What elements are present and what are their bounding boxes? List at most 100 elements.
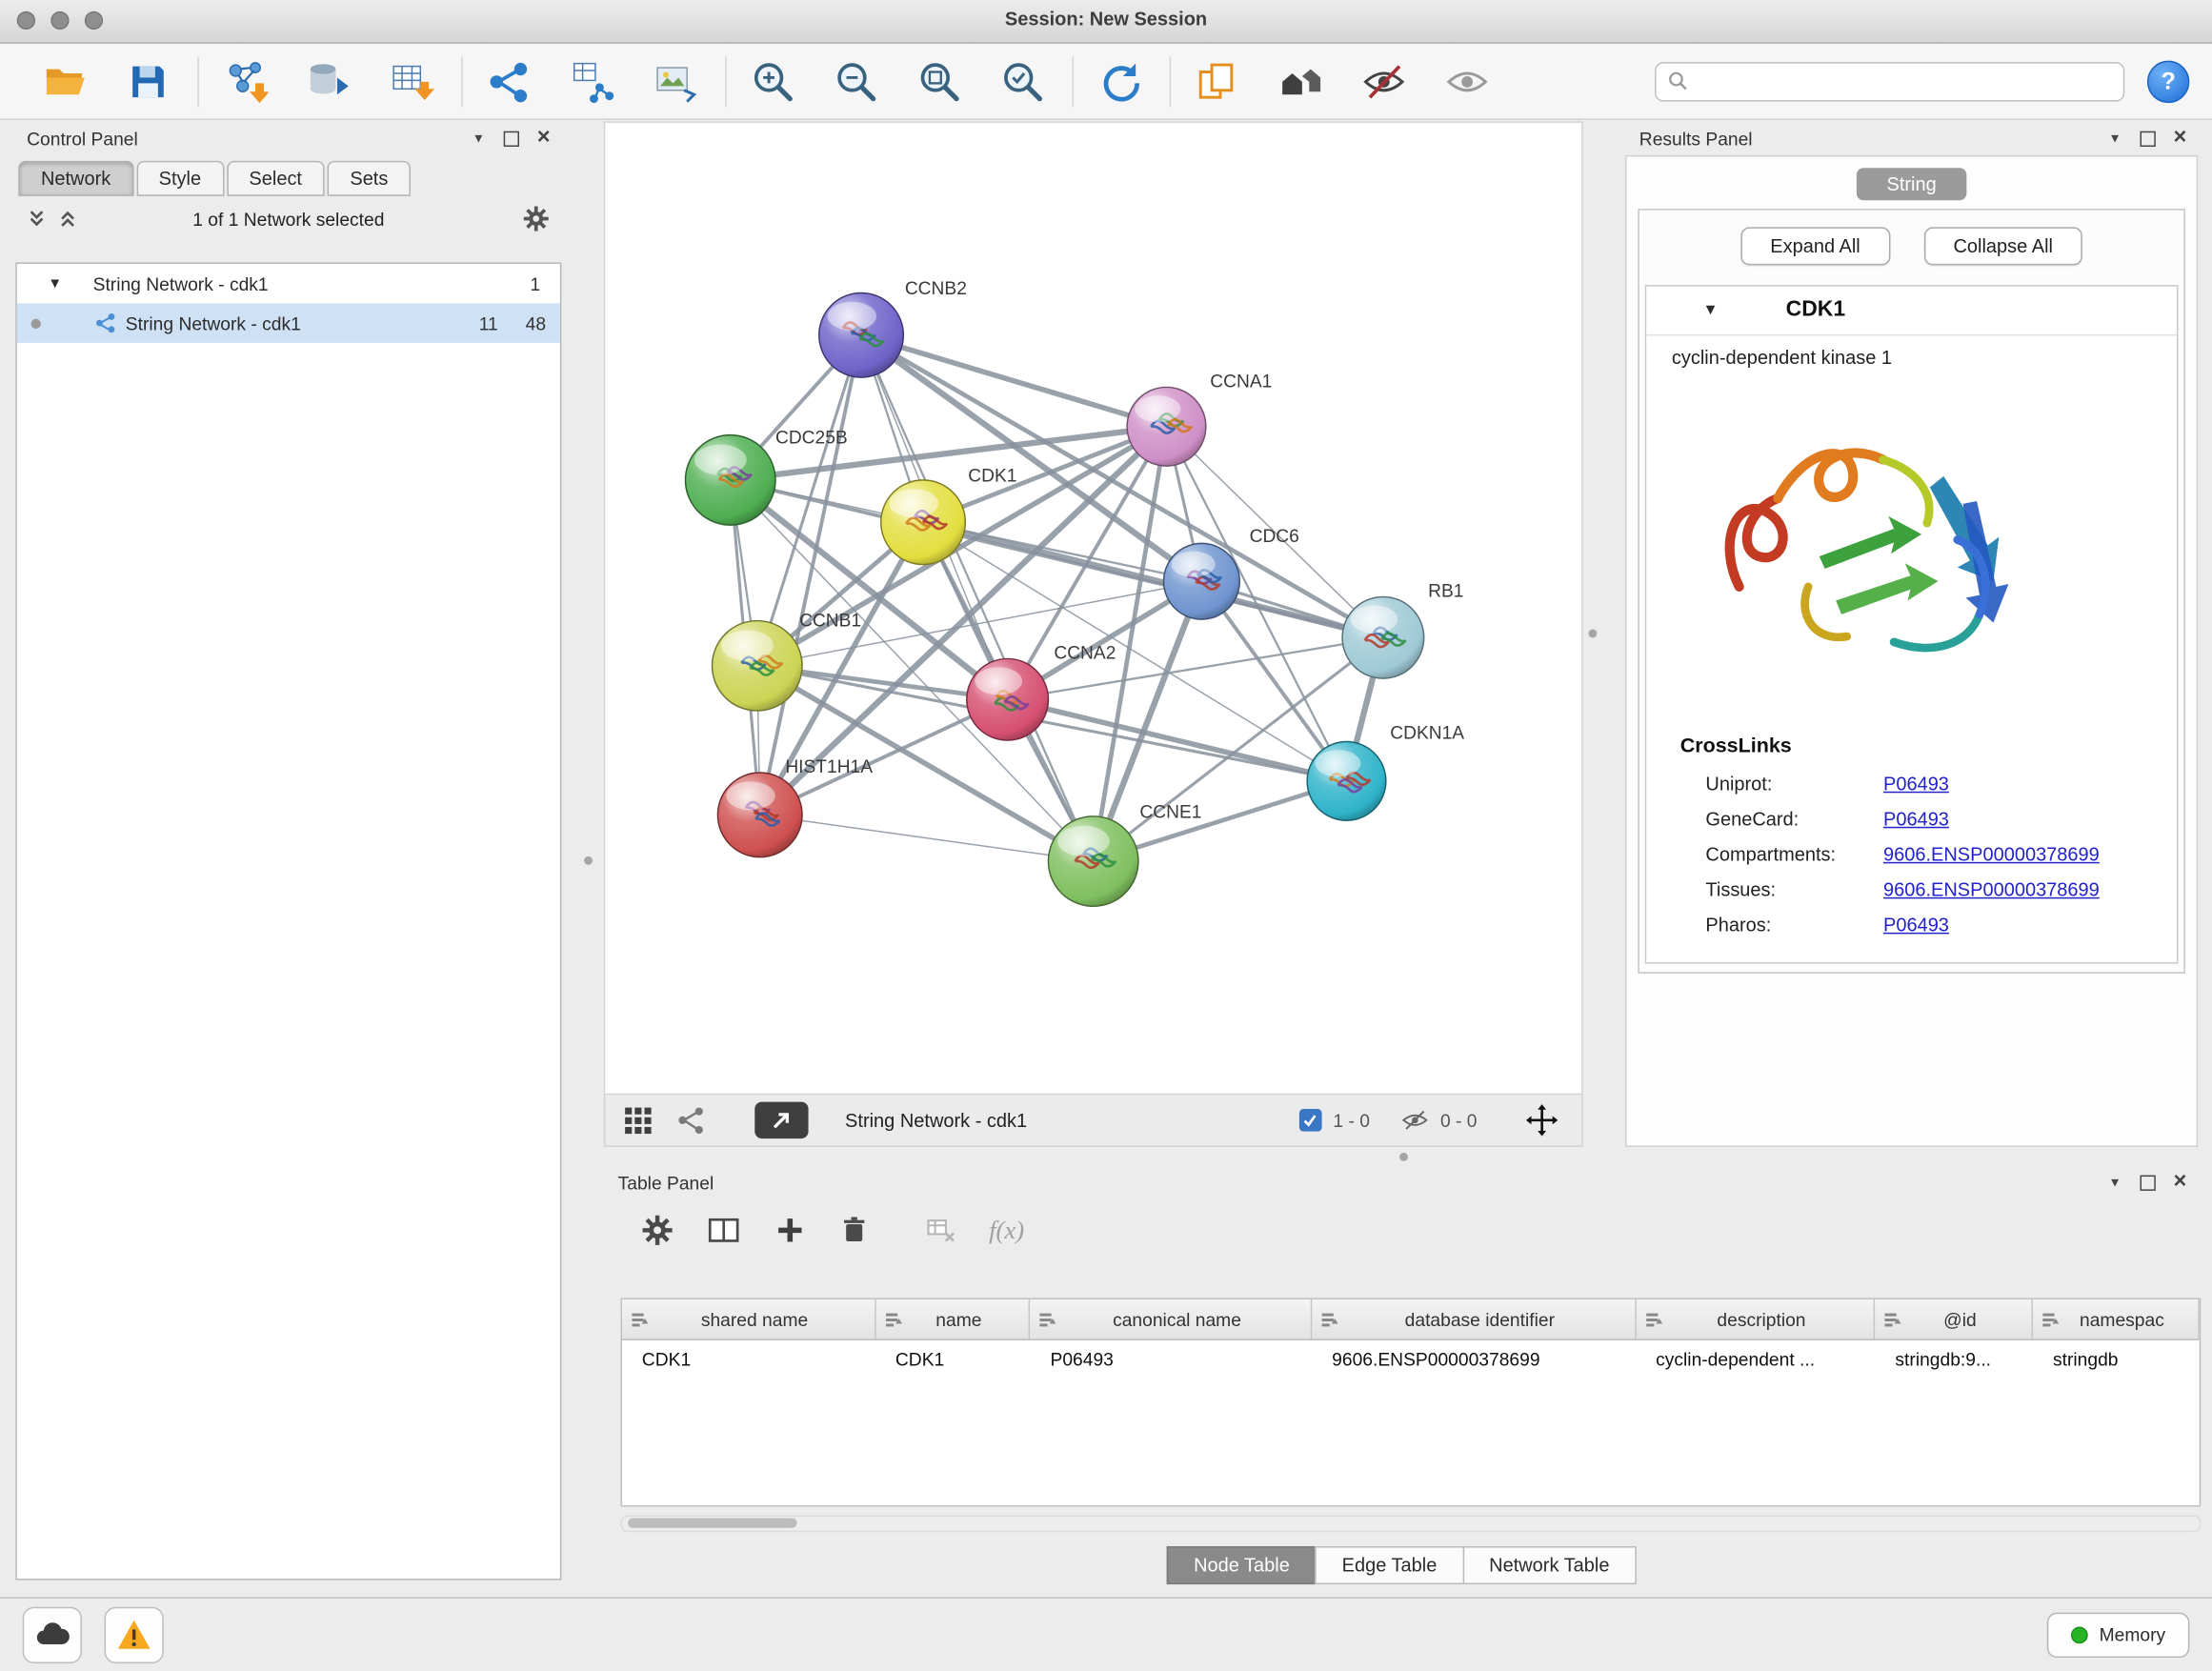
expand-tree-icon[interactable] [27, 209, 47, 229]
horizontal-scrollbar[interactable] [621, 1515, 2202, 1532]
network-node-ccna2[interactable] [967, 658, 1049, 740]
crosslink-link[interactable]: P06493 [1883, 915, 1949, 936]
tab-string[interactable]: String [1857, 168, 1967, 200]
open-session-button[interactable] [39, 54, 90, 108]
column-header[interactable]: @id [1876, 1299, 2034, 1339]
network-canvas[interactable]: CCNB2CCNA1CDC25BCDK1CDC6RB1CCNB1CCNA2CDK… [604, 121, 1583, 1095]
network-node-hist1h1a[interactable] [717, 773, 802, 857]
panel-menu-icon[interactable]: ▼ [2109, 1176, 2122, 1190]
cloud-status-button[interactable] [23, 1606, 82, 1662]
memory-button[interactable]: Memory [2047, 1612, 2190, 1657]
table-panel: Table Panel ▼ × f(x) [604, 1165, 2201, 1585]
column-header[interactable]: canonical name [1031, 1299, 1313, 1339]
application-window: Session: New Session [0, 0, 2212, 1670]
crosslink-row: Pharos: P06493 [1646, 907, 2177, 942]
crosslink-link[interactable]: 9606.ENSP00000378699 [1883, 879, 2100, 900]
zoom-selected-button[interactable] [997, 54, 1048, 108]
expand-all-button[interactable]: Expand All [1740, 227, 1890, 265]
panel-menu-icon[interactable]: ▼ [473, 131, 485, 146]
network-node-ccne1[interactable] [1048, 816, 1138, 907]
column-header[interactable]: description [1636, 1299, 1875, 1339]
tab-select[interactable]: Select [227, 161, 325, 196]
selected-nodes-checkbox-icon[interactable] [1299, 1109, 1322, 1132]
network-collection-row[interactable]: ▼ String Network - cdk1 1 [17, 264, 560, 303]
home-button[interactable] [1276, 54, 1326, 108]
tab-style[interactable]: Style [136, 161, 224, 196]
panel-float-icon[interactable] [503, 131, 518, 146]
tab-network-table[interactable]: Network Table [1462, 1546, 1637, 1584]
memory-label: Memory [2100, 1624, 2166, 1645]
selected-count: 1 - 0 [1333, 1110, 1370, 1131]
disclosure-triangle-icon[interactable]: ▼ [48, 276, 62, 292]
apply-layout-button[interactable] [1095, 54, 1145, 108]
crosslink-link[interactable]: P06493 [1883, 809, 1949, 830]
horizontal-splitter-handle[interactable] [1399, 1153, 1408, 1161]
warnings-button[interactable] [105, 1606, 164, 1662]
node-label-ccna2: CCNA2 [1054, 643, 1116, 663]
hide-panels-button[interactable] [1358, 54, 1409, 108]
new-network-button[interactable] [484, 54, 534, 108]
vertical-splitter-handle[interactable] [584, 856, 593, 865]
network-node-cdk1[interactable] [881, 480, 966, 565]
save-session-button[interactable] [123, 54, 173, 108]
table-row[interactable]: CDK1 CDK1 P06493 9606.ENSP00000378699 cy… [622, 1340, 2200, 1378]
network-node-ccna1[interactable] [1127, 387, 1206, 466]
annotation-button[interactable] [1192, 54, 1242, 108]
network-node-rb1[interactable] [1342, 596, 1424, 678]
documents-icon [1195, 58, 1239, 103]
network-graph[interactable]: CCNB2CCNA1CDC25BCDK1CDC6RB1CCNB1CCNA2CDK… [605, 123, 1581, 1094]
grid-view-icon[interactable] [622, 1105, 654, 1137]
panel-close-icon[interactable]: × [2174, 131, 2187, 146]
show-panels-button[interactable] [1441, 54, 1492, 108]
import-table-file-button[interactable] [387, 54, 437, 108]
network-view-footer: String Network - cdk1 1 - 0 0 - 0 [604, 1095, 1583, 1147]
export-image-button[interactable] [651, 54, 701, 108]
table-options-gear-icon[interactable] [640, 1214, 674, 1248]
panel-float-icon[interactable] [2140, 1175, 2155, 1190]
search-field[interactable] [1655, 61, 2124, 100]
cell-database-identifier: 9606.ENSP00000378699 [1312, 1348, 1636, 1369]
add-column-icon[interactable] [774, 1214, 808, 1248]
panel-close-icon[interactable]: × [2174, 1176, 2187, 1190]
zoom-fit-button[interactable] [915, 54, 965, 108]
scrollbar-thumb[interactable] [628, 1518, 797, 1527]
column-header[interactable]: name [875, 1299, 1031, 1339]
disclosure-triangle-icon[interactable]: ▼ [1702, 302, 1718, 319]
panel-menu-icon[interactable]: ▼ [2109, 131, 2122, 146]
show-columns-icon[interactable] [705, 1214, 742, 1248]
zoom-out-button[interactable] [831, 54, 881, 108]
network-from-table-button[interactable] [567, 54, 617, 108]
panel-close-icon[interactable]: × [537, 131, 551, 146]
column-sort-icon [2041, 1311, 2060, 1326]
vertical-splitter-handle[interactable] [1588, 629, 1597, 637]
collapse-all-button[interactable]: Collapse All [1923, 227, 2082, 265]
tab-sets[interactable]: Sets [328, 161, 411, 196]
zoom-in-button[interactable] [748, 54, 798, 108]
share-view-icon[interactable] [675, 1105, 707, 1137]
column-header[interactable]: shared name [622, 1299, 875, 1339]
tab-edge-table[interactable]: Edge Table [1316, 1546, 1464, 1584]
column-header[interactable]: namespac [2033, 1299, 2199, 1339]
network-row[interactable]: String Network - cdk1 11 48 [17, 303, 560, 342]
import-network-database-button[interactable] [303, 54, 353, 108]
collapse-tree-icon[interactable] [58, 209, 78, 229]
import-network-file-button[interactable] [220, 54, 271, 108]
network-options-gear-icon[interactable] [522, 205, 551, 233]
tab-node-table[interactable]: Node Table [1167, 1546, 1317, 1584]
network-node-cdc25b[interactable] [685, 435, 775, 526]
help-button[interactable]: ? [2147, 60, 2189, 102]
crosslink-label: Compartments: [1705, 844, 1883, 865]
pan-crosshair-icon[interactable] [1525, 1103, 1559, 1137]
network-node-ccnb2[interactable] [819, 293, 904, 378]
tab-network[interactable]: Network [18, 161, 133, 196]
search-input[interactable] [1689, 70, 2112, 93]
network-node-cdc6[interactable] [1164, 543, 1240, 619]
column-header[interactable]: database identifier [1312, 1299, 1636, 1339]
network-node-cdkn1a[interactable] [1307, 742, 1386, 821]
crosslink-link[interactable]: 9606.ENSP00000378699 [1883, 844, 2100, 865]
birds-eye-view-button[interactable] [754, 1102, 808, 1139]
network-node-ccnb1[interactable] [713, 621, 803, 712]
panel-float-icon[interactable] [2140, 131, 2155, 146]
delete-column-trash-icon[interactable] [838, 1214, 871, 1248]
crosslink-link[interactable]: P06493 [1883, 774, 1949, 795]
